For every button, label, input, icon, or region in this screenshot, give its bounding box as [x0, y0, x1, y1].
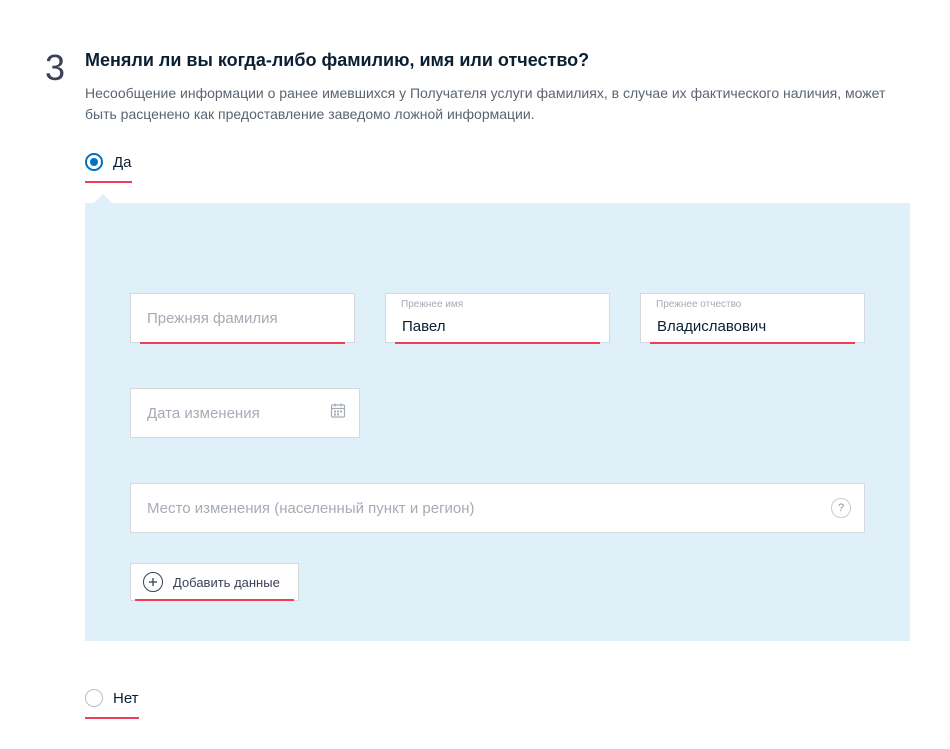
date-field-group: [130, 388, 360, 438]
patronymic-field-group: Прежнее отчество: [640, 293, 865, 343]
radio-no-wrapper: Нет: [85, 689, 910, 719]
radio-no-label: Нет: [113, 690, 139, 707]
radio-no[interactable]: Нет: [85, 689, 139, 719]
change-date-input[interactable]: [130, 388, 360, 438]
radio-yes-button[interactable]: [85, 153, 103, 171]
radio-yes[interactable]: Да: [85, 153, 132, 183]
add-underline: [135, 599, 294, 601]
step-description: Несообщение информации о ранее имевшихся…: [85, 83, 910, 125]
surname-field-group: [130, 293, 355, 343]
radio-dot-icon: [90, 158, 98, 166]
help-icon[interactable]: ?: [831, 498, 851, 518]
name-fields-row: Прежнее имя Прежнее отчество: [130, 293, 865, 343]
plus-icon: [143, 572, 163, 592]
previous-surname-input[interactable]: [130, 293, 355, 343]
step-content: Меняли ли вы когда-либо фамилию, имя или…: [85, 50, 910, 719]
place-field-group: ?: [130, 483, 865, 533]
step-title: Меняли ли вы когда-либо фамилию, имя или…: [85, 50, 910, 71]
field-underline: [140, 342, 345, 344]
panel-arrow-icon: [93, 194, 113, 204]
calendar-icon[interactable]: [330, 403, 346, 424]
field-underline: [650, 342, 855, 344]
add-button-label: Добавить данные: [173, 575, 280, 590]
step-number: 3: [35, 50, 65, 86]
form-step: 3 Меняли ли вы когда-либо фамилию, имя и…: [35, 50, 910, 719]
add-data-button[interactable]: Добавить данные: [130, 563, 299, 601]
previous-name-label: Прежнее имя: [401, 299, 463, 310]
name-field-group: Прежнее имя: [385, 293, 610, 343]
field-underline: [395, 342, 600, 344]
radio-no-button[interactable]: [85, 689, 103, 707]
change-place-input[interactable]: [130, 483, 865, 533]
expanded-panel: Прежнее имя Прежнее отчество: [85, 203, 910, 641]
radio-yes-label: Да: [113, 154, 132, 171]
previous-patronymic-label: Прежнее отчество: [656, 299, 741, 310]
